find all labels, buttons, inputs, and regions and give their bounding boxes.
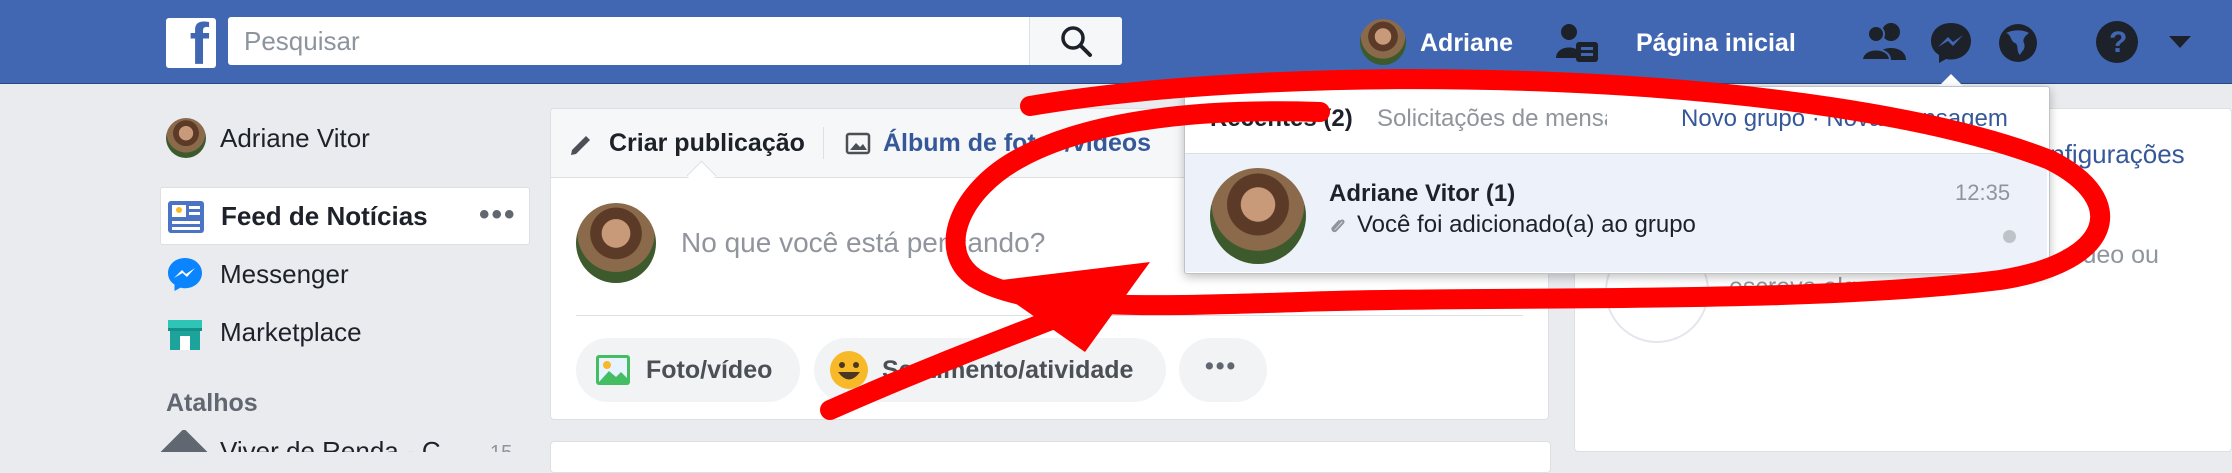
friend-requests-icon[interactable]: [1860, 20, 1908, 66]
sidebar-item-label: Marketplace: [220, 317, 362, 347]
notifications-globe-icon[interactable]: [1996, 21, 2040, 65]
search-icon: [1061, 26, 1092, 57]
photo-album-icon: [845, 132, 871, 155]
photo-icon: [596, 355, 630, 385]
group-icon: [160, 430, 210, 452]
partial-text-line1: vídeo ou: [2063, 241, 2159, 269]
sidebar-item-label: Messenger: [220, 259, 349, 289]
avatar: [1210, 168, 1306, 264]
facebook-logo[interactable]: f: [166, 16, 216, 74]
more-options-button[interactable]: •••: [1179, 338, 1267, 402]
tab-message-requests[interactable]: Solicitações de mensagem: [1377, 105, 1607, 133]
help-icon: ?: [2109, 26, 2128, 59]
profile-link[interactable]: Adriane: [1360, 17, 1515, 67]
tab-recent[interactable]: Recentes (2): [1210, 105, 1353, 133]
dropdown-header: Recentes (2) Solicitações de mensagem No…: [1185, 87, 2047, 154]
tab-divider: [823, 127, 824, 159]
sidebar-profile[interactable]: Adriane Vitor: [160, 110, 530, 168]
avatar: [1360, 19, 1406, 65]
shortcut-count: 15: [490, 442, 512, 452]
chevron-down-icon[interactable]: [2168, 34, 2192, 50]
next-feed-card: [550, 441, 1551, 473]
photo-video-label: Foto/vídeo: [646, 356, 773, 384]
messenger-icon: [168, 258, 202, 291]
paperclip-icon: [1331, 219, 1345, 233]
help-button[interactable]: ?: [2096, 21, 2138, 63]
photo-video-button[interactable]: Foto/vídeo: [576, 338, 800, 402]
dropdown-actions: Novo grupo · Nova mensagem: [1681, 105, 2008, 133]
smiley-icon: [830, 351, 868, 389]
sidebar-item-marketplace[interactable]: Marketplace: [160, 304, 530, 362]
search-bar: [228, 17, 1122, 65]
mark-read-dot[interactable]: [2003, 230, 2016, 243]
sidebar-item-messenger[interactable]: Messenger: [160, 246, 530, 304]
feeling-activity-button[interactable]: Sentimento/atividade: [814, 338, 1166, 402]
composer-divider: [576, 315, 1523, 316]
profile-name: Adriane: [1420, 29, 1514, 57]
home-link[interactable]: Página inicial: [1636, 29, 1796, 58]
shortcut-label: Viver de Renda - C: [220, 436, 441, 452]
conversation-preview: Você foi adicionado(a) ao grupo: [1357, 211, 1696, 238]
active-tab-caret: [686, 160, 717, 191]
feeling-activity-label: Sentimento/atividade: [882, 356, 1134, 384]
find-friends-icon[interactable]: [1554, 20, 1600, 66]
shortcuts-heading: Atalhos: [166, 389, 258, 417]
conversation-name: Adriane Vitor (1): [1329, 180, 1516, 207]
sidebar-profile-name: Adriane Vitor: [220, 123, 370, 153]
marketplace-icon: [168, 320, 202, 350]
pencil-icon: [571, 136, 590, 155]
search-button[interactable]: [1029, 17, 1122, 65]
new-message-link[interactable]: Nova mensagem: [1826, 105, 2007, 132]
conversation-item[interactable]: Adriane Vitor (1) Você foi adicionado(a)…: [1185, 154, 2047, 272]
actions-separator: ·: [1811, 105, 1820, 132]
sidebar-item-news-feed[interactable]: Feed de Notícias •••: [160, 187, 530, 245]
tab-create-post[interactable]: Criar publicação: [609, 129, 805, 158]
partial-text-line2: escreva algo: [1729, 273, 1871, 301]
avatar: [576, 203, 656, 283]
requests-tab-clip: Solicitações de mensagem: [1377, 101, 1607, 137]
news-feed-icon: [168, 201, 204, 233]
top-navigation-bar: f Adriane Página inicial ?: [0, 0, 2232, 84]
avatar: [166, 118, 206, 158]
new-group-link[interactable]: Novo grupo: [1681, 105, 1805, 132]
search-input[interactable]: [228, 17, 1028, 65]
sidebar-item-label: Feed de Notícias: [221, 201, 428, 231]
composer-input[interactable]: No que você está pensando?: [681, 227, 1045, 259]
more-icon: •••: [1205, 352, 1238, 380]
messenger-icon[interactable]: [1928, 20, 1974, 66]
conversation-time: 12:35: [1955, 180, 2011, 205]
messenger-dropdown: Recentes (2) Solicitações de mensagem No…: [1184, 86, 2050, 274]
sidebar-shortcut-item[interactable]: Viver de Renda - C 15: [160, 430, 530, 452]
tab-photo-album[interactable]: Álbum de fotos/vídeos: [883, 129, 1151, 158]
more-options-icon[interactable]: •••: [479, 198, 517, 232]
